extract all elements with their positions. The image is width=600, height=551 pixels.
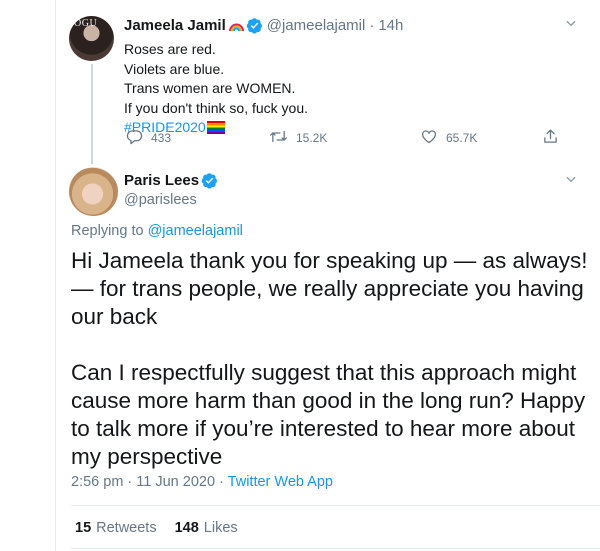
retweets-count: 15 <box>75 520 92 536</box>
verified-badge-icon <box>201 172 218 189</box>
tweet-meta: 2:56 pm · 11 Jun 2020 · Twitter Web App <box>71 474 333 490</box>
mention-link[interactable]: @jameelajamil <box>148 223 243 239</box>
rainbow-emoji-icon <box>228 19 244 32</box>
thread-connector <box>91 64 93 164</box>
tweet-time[interactable]: 14h <box>378 17 403 34</box>
separator: · <box>369 17 375 34</box>
verified-badge-icon <box>246 17 263 34</box>
tweet-source-link[interactable]: Twitter Web App <box>228 474 333 490</box>
avatar[interactable] <box>69 167 118 216</box>
tweet-text: Hi Jameela thank you for speaking up — a… <box>71 247 591 471</box>
like-button[interactable]: 65.7K <box>420 128 477 148</box>
share-button[interactable] <box>542 128 559 148</box>
divider <box>71 548 600 549</box>
caret-down-icon[interactable] <box>564 172 578 191</box>
tweet-paragraph: Hi Jameela thank you for speaking up — a… <box>71 248 588 329</box>
likes-label: Likes <box>203 520 238 536</box>
reply-icon <box>126 128 143 148</box>
tweet-header: Paris Lees <box>124 172 218 189</box>
tweet-line: If you don't think so, fuck you. <box>124 99 308 116</box>
tweet-line: Violets are blue. <box>124 60 225 77</box>
tweet-stats: 15 Retweets 148 Likes <box>75 520 256 536</box>
like-icon <box>420 128 438 148</box>
handle[interactable]: @jameelajamil <box>267 17 366 34</box>
focused-tweet: Paris Lees @parislees Replying to @jamee… <box>56 160 600 551</box>
likes-stat[interactable]: 148 Likes <box>175 520 238 536</box>
tweet-paragraph: Can I respectfully suggest that this app… <box>71 360 586 469</box>
tweet-header: Jameela Jamil @jameelajamil · 14h <box>124 17 403 34</box>
like-count: 65.7K <box>446 131 478 145</box>
replying-to: Replying to @jameelajamil <box>71 223 243 239</box>
reply-button[interactable]: 433 <box>126 128 171 148</box>
retweets-stat[interactable]: 15 Retweets <box>75 520 157 536</box>
tweet-text: Roses are red. Violets are blue. Trans w… <box>124 40 308 138</box>
reply-count: 433 <box>151 131 172 145</box>
parent-tweet[interactable]: OGU Jameela Jamil @jameelajamil · 14h Ro… <box>56 0 600 164</box>
share-icon <box>542 128 559 148</box>
replying-prefix: Replying to <box>71 223 144 239</box>
retweet-count: 15.2K <box>296 131 328 145</box>
handle[interactable]: @parislees <box>124 192 197 208</box>
display-name[interactable]: Jameela Jamil <box>124 17 226 34</box>
avatar[interactable]: OGU <box>69 16 114 61</box>
divider <box>71 505 600 506</box>
display-name[interactable]: Paris Lees <box>124 172 199 189</box>
likes-count: 148 <box>174 520 199 536</box>
tweet-actions: 433 15.2K 65.7K <box>124 128 564 150</box>
avatar-logo-text: OGU <box>74 18 98 29</box>
retweet-icon <box>269 128 288 148</box>
retweets-label: Retweets <box>96 520 157 536</box>
tweet-timestamp[interactable]: 2:56 pm · 11 Jun 2020 · <box>71 474 224 490</box>
tweet-line: Roses are red. <box>124 41 216 57</box>
caret-down-icon[interactable] <box>564 16 578 35</box>
retweet-button[interactable]: 15.2K <box>269 128 327 148</box>
tweet-line: Trans women are WOMEN. <box>124 80 296 96</box>
